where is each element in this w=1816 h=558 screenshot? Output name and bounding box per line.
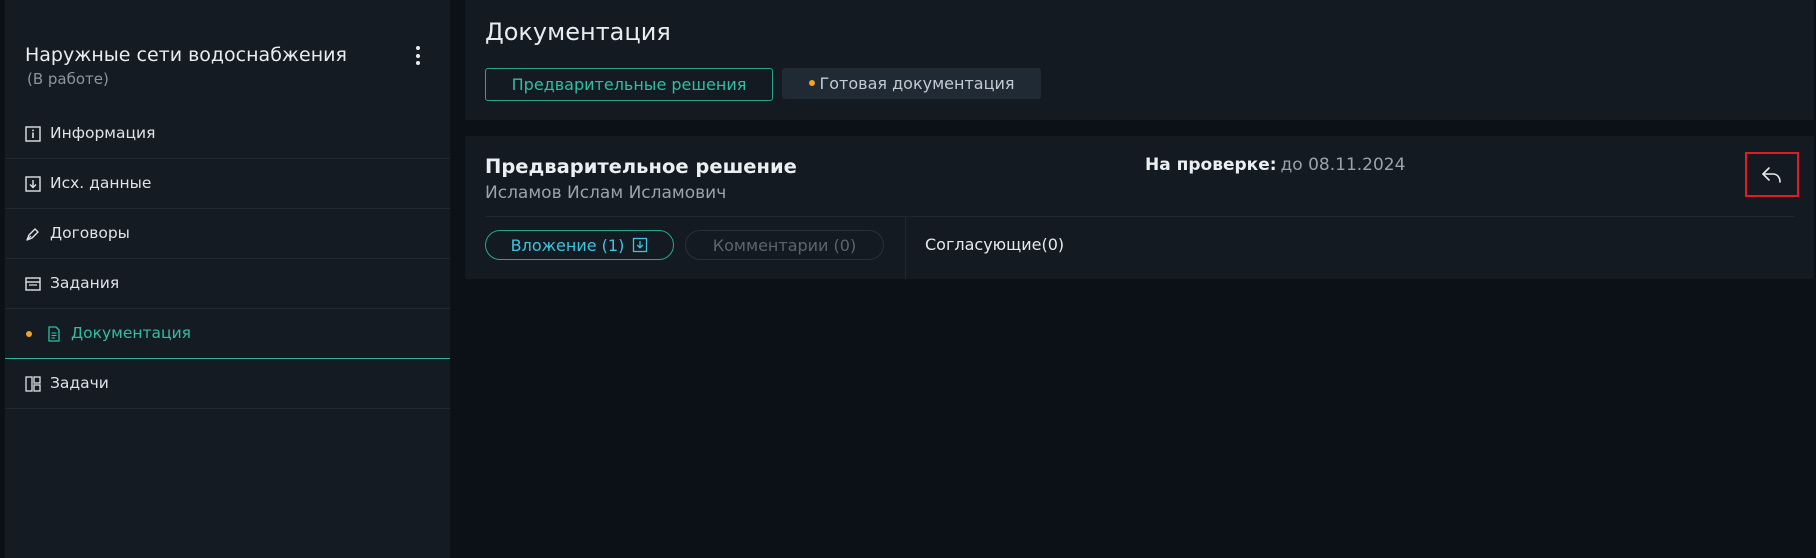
- review-status: На проверке: до 08.11.2024: [1145, 155, 1405, 175]
- layout-icon: [25, 376, 41, 392]
- app-root: Наружные сети водоснабжения (В работе) И…: [0, 0, 1816, 558]
- download-icon: [633, 237, 648, 252]
- attachment-button[interactable]: Вложение (1): [485, 230, 674, 260]
- download-icon: [25, 176, 41, 192]
- comments-button[interactable]: Комментарии (0): [685, 230, 884, 260]
- approvers-label[interactable]: Согласующие(0): [925, 235, 1064, 254]
- sidebar-item-label: Договоры: [50, 224, 130, 242]
- project-status: (В работе): [27, 70, 109, 88]
- reply-icon: [1762, 166, 1781, 183]
- page-title: Документация: [485, 18, 671, 46]
- sidebar-item-contracts[interactable]: Договоры: [5, 209, 450, 259]
- sidebar-menu: Информация Исх. данные Договоры Задания …: [5, 109, 450, 409]
- sidebar-item-label: Документация: [71, 324, 191, 342]
- sidebar-item-source-data[interactable]: Исх. данные: [5, 159, 450, 209]
- sidebar-item-tasks[interactable]: Задачи: [5, 359, 450, 409]
- reply-button[interactable]: [1745, 152, 1799, 197]
- active-indicator: [26, 331, 32, 337]
- review-date: до 08.11.2024: [1280, 155, 1406, 175]
- document-icon: [48, 326, 60, 342]
- sidebar-item-label: Задачи: [50, 374, 109, 392]
- sidebar-item-documentation[interactable]: Документация: [5, 309, 450, 359]
- window-icon: [25, 277, 41, 291]
- card-title: Предварительное решение: [485, 155, 797, 178]
- pen-icon: [26, 228, 39, 241]
- info-icon: [25, 126, 41, 142]
- column-divider: [905, 217, 906, 279]
- tab-label: Готовая документация: [819, 74, 1015, 93]
- solution-card: Предварительное решение Исламов Ислам Ис…: [465, 136, 1814, 279]
- sidebar-item-label: Информация: [50, 124, 156, 142]
- card-divider: [485, 216, 1795, 217]
- tab-indicator-dot: [808, 79, 815, 86]
- more-options-icon[interactable]: [410, 46, 426, 70]
- tab-preliminary-solutions[interactable]: Предварительные решения: [485, 68, 773, 101]
- sidebar-item-information[interactable]: Информация: [5, 109, 450, 159]
- sidebar-item-label: Исх. данные: [50, 174, 152, 192]
- sidebar: Наружные сети водоснабжения (В работе) И…: [5, 0, 450, 558]
- documentation-header: Документация Предварительные решения Гот…: [465, 0, 1814, 120]
- project-title: Наружные сети водоснабжения: [25, 44, 347, 66]
- attachment-label: Вложение (1): [510, 236, 625, 255]
- sidebar-item-assignments[interactable]: Задания: [5, 259, 450, 309]
- sidebar-item-label: Задания: [50, 274, 120, 292]
- review-label: На проверке:: [1145, 155, 1277, 175]
- tab-ready-documentation[interactable]: Готовая документация: [782, 68, 1041, 99]
- card-author: Исламов Ислам Исламович: [485, 183, 727, 203]
